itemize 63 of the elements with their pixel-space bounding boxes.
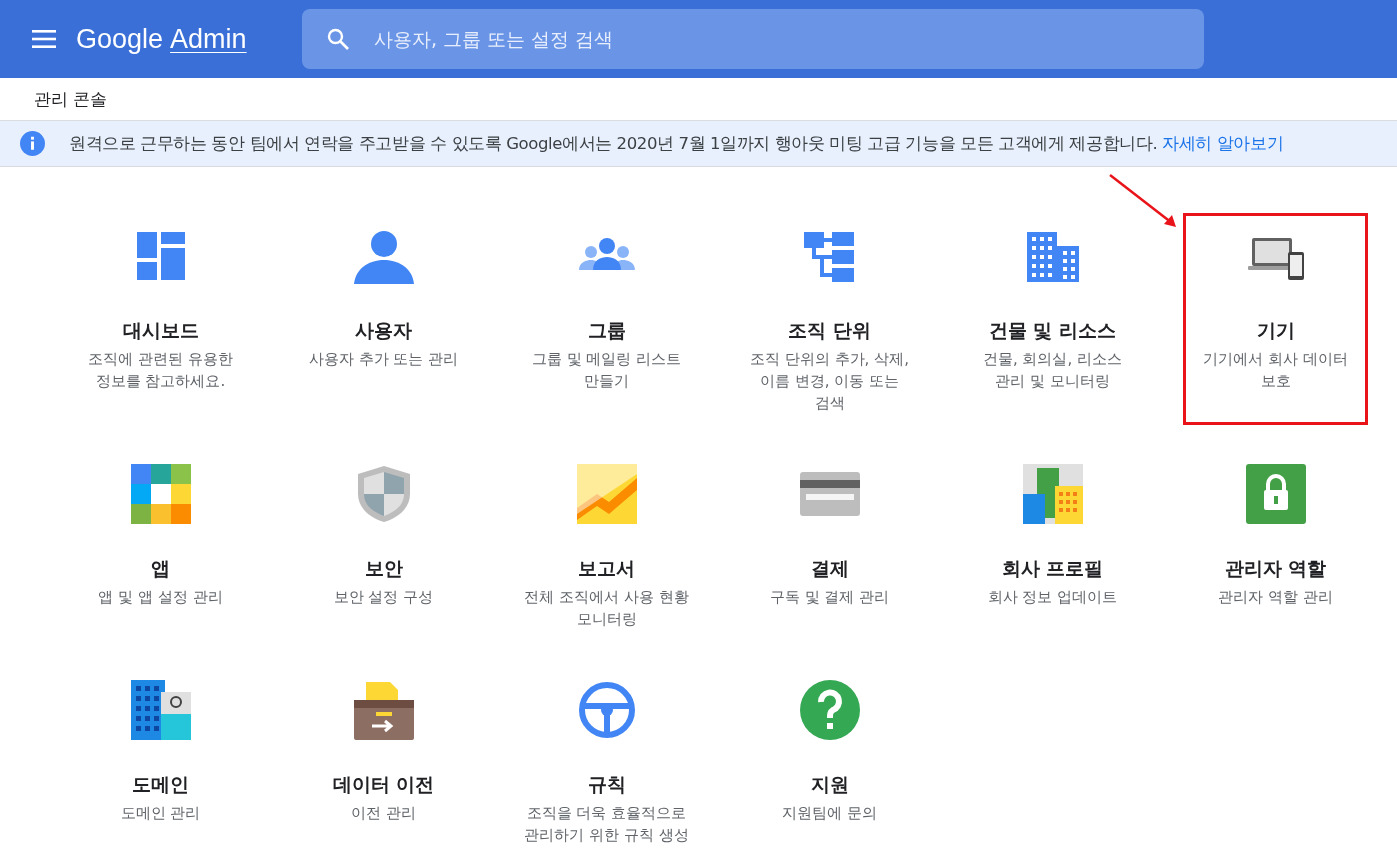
admin-tile[interactable]: 앱 앱 및 앱 설정 관리 [68, 451, 253, 641]
admin-tile[interactable]: 도메인 도메인 관리 [68, 667, 253, 857]
lock-icon [1245, 464, 1306, 524]
logo-text[interactable]: Google [76, 23, 164, 55]
admin-tile[interactable]: 그룹 그룹 및 메일링 리스트 만들기 [514, 213, 699, 425]
tile-title: 데이터 이전 [332, 772, 435, 796]
tile-title: 사용자 [355, 318, 412, 342]
admin-tile[interactable]: 조직 단위 조직 단위의 추가, 삭제, 이름 변경, 이동 또는 검색 [737, 213, 922, 425]
color-grid-icon [130, 464, 191, 524]
tile-description: 전체 조직에서 사용 현황 모니터링 [524, 587, 689, 630]
tile-description: 앱 및 앱 설정 관리 [97, 587, 224, 608]
tile-title: 회사 프로필 [1001, 556, 1104, 580]
tile-title: 규칙 [587, 772, 626, 796]
tile-title: 결제 [810, 556, 849, 580]
help-icon [799, 680, 860, 740]
tile-title: 지원 [810, 772, 849, 796]
tile-description: 기기에서 회사 데이터 보호 [1202, 349, 1349, 392]
tile-title: 기기 [1256, 318, 1295, 342]
admin-tile[interactable]: 지원 지원팀에 문의 [737, 667, 922, 857]
tile-description: 그룹 및 메일링 리스트 만들기 [530, 349, 683, 392]
admin-tile[interactable]: 결제 구독 및 결제 관리 [737, 451, 922, 641]
admin-tile[interactable]: 규칙 조직을 더욱 효율적으로 관리하기 위한 규칙 생성 [514, 667, 699, 857]
tile-description: 건물, 회의실, 리소스 관리 및 모니터링 [981, 349, 1124, 392]
tile-title: 앱 [151, 556, 170, 580]
tile-description: 보안 설정 구성 [332, 587, 435, 608]
banner-message: 원격으로 근무하는 동안 팀에서 연락을 주고받을 수 있도록 Google에서는 2020년 7월 1일까지 행아웃 미팅 고급 기능을 모든 고객에게 제공합니다. 자세히 알아보기 [69, 132, 1284, 155]
search-field[interactable]: 사용자, 그룹 또는 설정 검색 [302, 9, 1204, 69]
tile-description: 조직에 관련된 유용한 정보를 참고하세요. [87, 349, 234, 392]
tile-title: 관리자 역할 [1224, 556, 1327, 580]
buildings-icon [1022, 464, 1083, 524]
breadcrumb: 관리 콘솔 [34, 87, 108, 111]
tile-description: 구독 및 결제 관리 [768, 587, 891, 608]
tile-title: 보고서 [578, 556, 635, 580]
menu-icon[interactable] [32, 30, 56, 48]
admin-tile[interactable]: 보고서 전체 조직에서 사용 현황 모니터링 [514, 451, 699, 641]
admin-tile[interactable]: 건물 및 리소스 건물, 회의실, 리소스 관리 및 모니터링 [960, 213, 1145, 425]
tile-description: 지원팀에 문의 [781, 803, 878, 824]
learn-more-link[interactable]: 자세히 알아보기 [1162, 133, 1284, 153]
chart-icon [576, 464, 637, 524]
tile-title: 도메인 [132, 772, 189, 796]
tile-title: 그룹 [587, 318, 626, 342]
admin-tile[interactable]: 대시보드 조직에 관련된 유용한 정보를 참고하세요. [68, 213, 253, 425]
tile-description: 조직 단위의 추가, 삭제, 이름 변경, 이동 또는 검색 [749, 349, 910, 414]
steering-wheel-icon [576, 680, 637, 740]
tile-description: 회사 정보 업데이트 [986, 587, 1119, 608]
admin-tile[interactable]: 보안 보안 설정 구성 [291, 451, 476, 641]
tile-description: 관리자 역할 관리 [1217, 587, 1334, 608]
tile-title: 대시보드 [122, 318, 199, 342]
tile-title: 건물 및 리소스 [988, 318, 1117, 342]
admin-tile[interactable]: 회사 프로필 회사 정보 업데이트 [960, 451, 1145, 641]
admin-tile[interactable]: 관리자 역할 관리자 역할 관리 [1183, 451, 1368, 641]
admin-tile[interactable]: 사용자 사용자 추가 또는 관리 [291, 213, 476, 425]
info-icon [20, 131, 45, 156]
box-arrow-icon [353, 680, 414, 740]
tile-title: 조직 단위 [788, 318, 871, 342]
tile-description: 도메인 관리 [119, 803, 202, 824]
product-name[interactable]: Admin [170, 23, 247, 55]
tile-title: 보안 [364, 556, 403, 580]
building-at-icon [130, 680, 191, 740]
tile-description: 사용자 추가 또는 관리 [307, 349, 460, 370]
admin-tile[interactable]: 데이터 이전 이전 관리 [291, 667, 476, 857]
tile-description: 이전 관리 [350, 803, 417, 824]
tile-description: 조직을 더욱 효율적으로 관리하기 위한 규칙 생성 [524, 803, 689, 846]
